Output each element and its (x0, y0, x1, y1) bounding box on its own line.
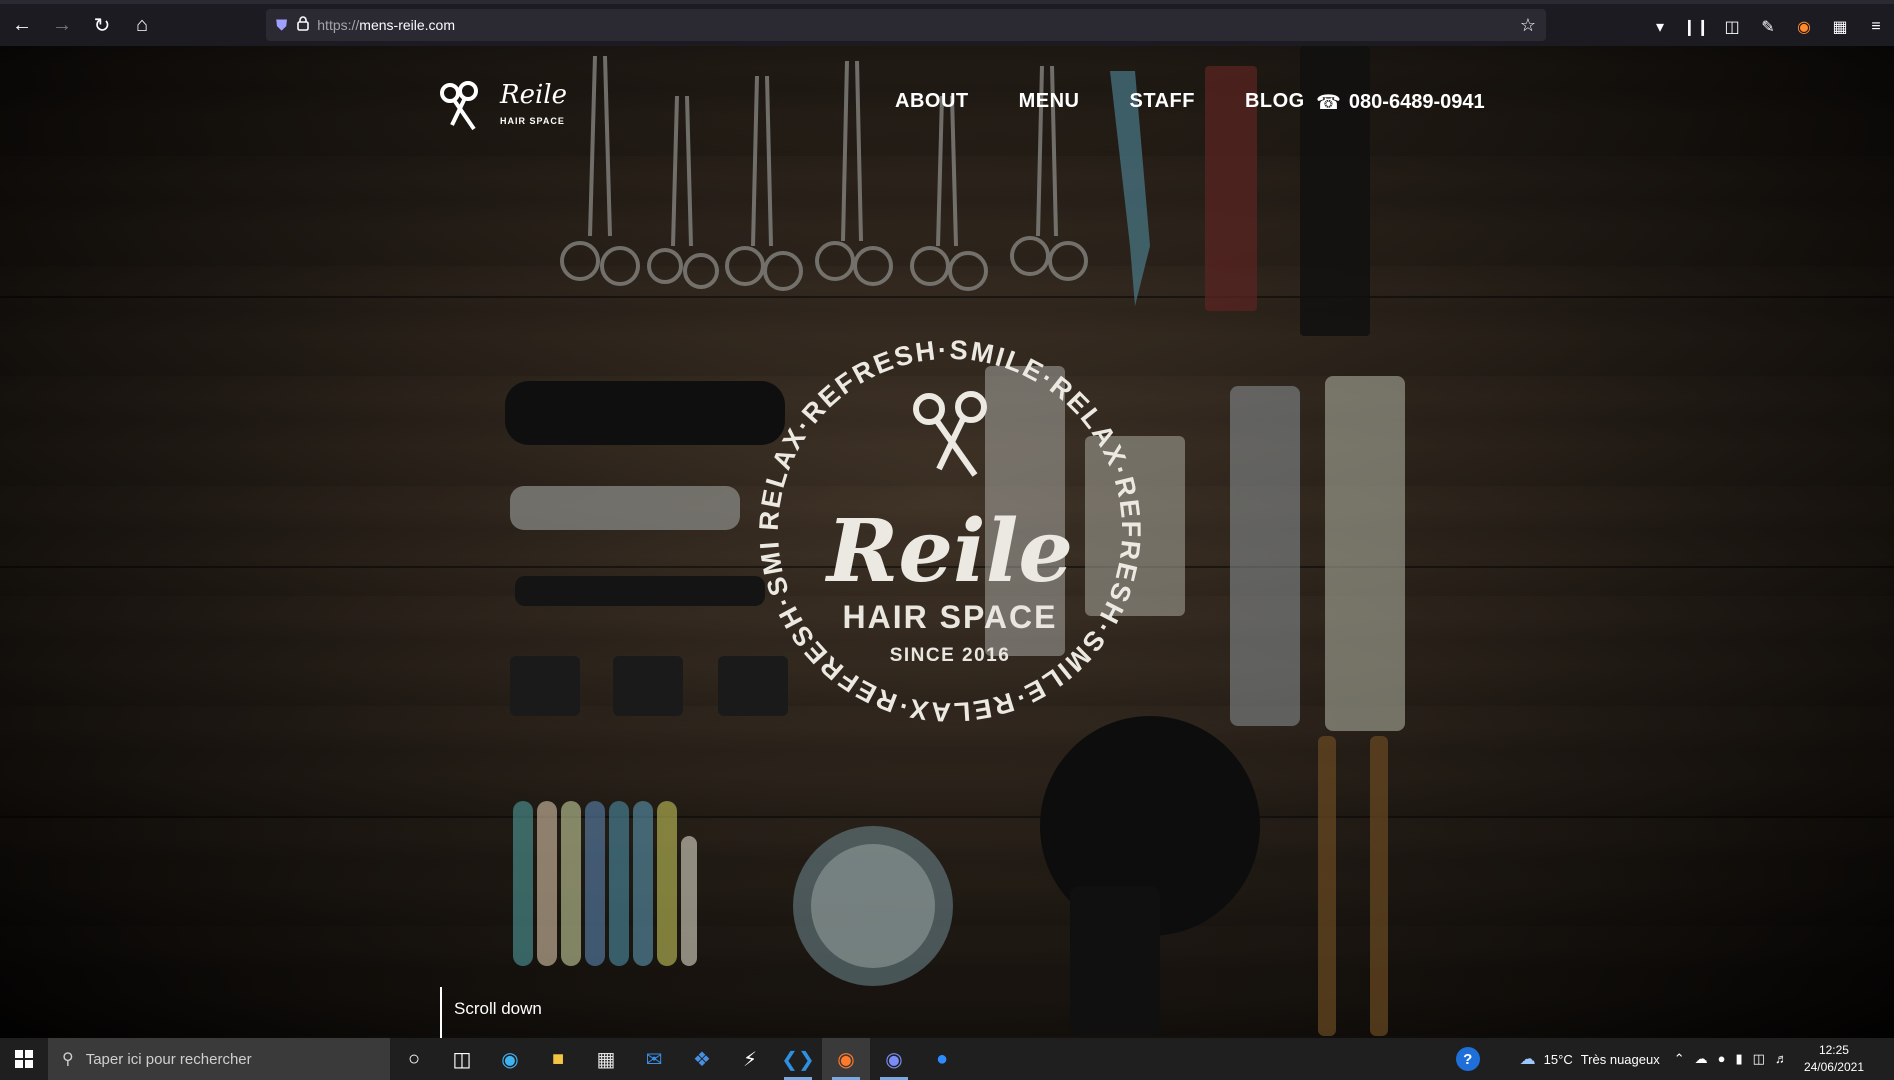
site-logo[interactable]: Reile HAIR SPACE (438, 76, 568, 140)
taskbar-search-placeholder: Taper ici pour rechercher (85, 1050, 252, 1068)
weather-widget[interactable]: ☁ 15°C Très nuageux (1520, 1049, 1660, 1069)
home-icon[interactable]: ⌂ (124, 7, 160, 43)
phone-number: 080-6489-0941 (1348, 91, 1485, 113)
chevron-up-icon[interactable]: ⌃ (1674, 1051, 1685, 1067)
mail-icon[interactable]: ✉ (630, 1038, 678, 1080)
volume-icon[interactable]: ♬ (1775, 1051, 1788, 1067)
url-bar[interactable]: ⛊ https://mens-reile.com ☆ (266, 9, 1546, 41)
discord-icon[interactable]: ◉ (870, 1038, 918, 1080)
pocket-icon[interactable]: ▾ (1642, 9, 1678, 45)
phone-icon: ☎ (1316, 92, 1341, 114)
phone-link[interactable]: ☎ 080-6489-0941 (1316, 90, 1485, 115)
hero-emblem: RELAX·REFRESH·SMILE·RELAX·REFRESH·SMILE·… (750, 331, 1150, 731)
weather-temp: 15°C (1543, 1051, 1573, 1067)
app-icon[interactable]: ⚡ (726, 1038, 774, 1080)
library-icon[interactable]: ❙❙ (1678, 9, 1714, 45)
reload-icon[interactable]: ↻ (84, 7, 120, 43)
tray-icons: ⌃ ☁ ● ▮ ◫ ♬ (1674, 1051, 1788, 1067)
system-tray: ? ☁ 15°C Très nuageux ⌃ ☁ ● ▮ ◫ ♬ 12:25 … (1455, 1038, 1894, 1080)
url-scheme: https:// (317, 17, 360, 33)
network-icon[interactable]: ◫ (1753, 1051, 1765, 1067)
forward-icon[interactable]: → (44, 7, 80, 43)
scissors-logo-icon (440, 81, 478, 131)
nav-menu[interactable]: MENU (1019, 90, 1080, 113)
taskbar-clock[interactable]: 12:25 24/06/2021 (1804, 1042, 1864, 1076)
browser-toolbar: ← → ↻ ⌂ ⛊ https://mens-reile.com ☆ ▾ ❙❙ … (0, 0, 1894, 46)
browser-toolbar-right: ▾ ❙❙ ◫ ✎ ◉ ▦ ≡ (1642, 8, 1894, 46)
clock-date: 24/06/2021 (1803, 1060, 1864, 1074)
nav-staff[interactable]: STAFF (1130, 90, 1195, 113)
search-icon: ⚲ (62, 1051, 74, 1068)
clock-time: 12:25 (1818, 1043, 1849, 1057)
taskbar-search[interactable]: ⚲ Taper ici pour rechercher (48, 1038, 390, 1080)
weather-desc: Très nuageux (1580, 1051, 1660, 1067)
logo-wordmark: Reile HAIR SPACE (500, 82, 567, 132)
battery-icon[interactable]: ▮ (1735, 1051, 1742, 1067)
main-nav: ABOUT MENU STAFF BLOG (895, 90, 1305, 113)
zoom-icon[interactable]: ● (918, 1038, 966, 1080)
metamask-icon[interactable]: ◉ (1786, 9, 1822, 45)
nav-blog[interactable]: BLOG (1245, 90, 1305, 113)
dropbox-icon[interactable]: ❖ (678, 1038, 726, 1080)
onedrive-icon[interactable]: ☁ (1695, 1051, 1708, 1067)
emblem-brand: Reile (826, 501, 1074, 602)
shield-icon[interactable]: ⛊ (276, 17, 287, 34)
pen-icon[interactable]: ✎ (1750, 9, 1786, 45)
task-view-icon[interactable]: ◫ (438, 1038, 486, 1080)
emblem-text: Reile HAIR SPACE SINCE 2016 (750, 331, 1150, 731)
back-icon[interactable]: ← (4, 7, 40, 43)
logo-name: Reile (500, 80, 567, 110)
site-header: Reile HAIR SPACE ABOUT MENU STAFF BLOG ☎… (0, 46, 1894, 166)
lock-icon[interactable] (297, 16, 310, 34)
menu-icon[interactable]: ≡ (1858, 9, 1894, 45)
sidebar-icon[interactable]: ◫ (1714, 9, 1750, 45)
bookmark-star-icon[interactable]: ☆ (1520, 15, 1536, 36)
microphone-icon[interactable]: ● (1718, 1051, 1726, 1067)
url-text: https://mens-reile.com (317, 17, 455, 33)
hero-section: Reile HAIR SPACE ABOUT MENU STAFF BLOG ☎… (0, 46, 1894, 1038)
cortana-icon[interactable]: ○ (390, 1038, 438, 1080)
cloud-weather-icon: ☁ (1519, 1051, 1536, 1068)
emblem-subtitle: HAIR SPACE (842, 599, 1058, 635)
url-host: mens-reile.com (359, 17, 455, 33)
nav-about[interactable]: ABOUT (895, 90, 969, 113)
store-icon[interactable]: ▦ (582, 1038, 630, 1080)
extensions-icon[interactable]: ▦ (1822, 9, 1858, 45)
help-icon[interactable]: ? (1455, 1047, 1480, 1071)
file-explorer-icon[interactable]: ■ (534, 1038, 582, 1080)
windows-taskbar: ⚲ Taper ici pour rechercher ○ ◫ ◉ ■ ▦ ✉ … (0, 1038, 1894, 1080)
firefox-icon[interactable]: ◉ (822, 1038, 870, 1080)
windows-start-icon[interactable] (0, 1038, 48, 1080)
edge-icon[interactable]: ◉ (486, 1038, 534, 1080)
vscode-icon[interactable]: ❮❯ (774, 1038, 822, 1080)
scroll-down-link[interactable]: Scroll down (440, 987, 542, 1038)
emblem-since: SINCE 2016 (889, 645, 1011, 666)
logo-sub: HAIR SPACE (500, 116, 565, 126)
